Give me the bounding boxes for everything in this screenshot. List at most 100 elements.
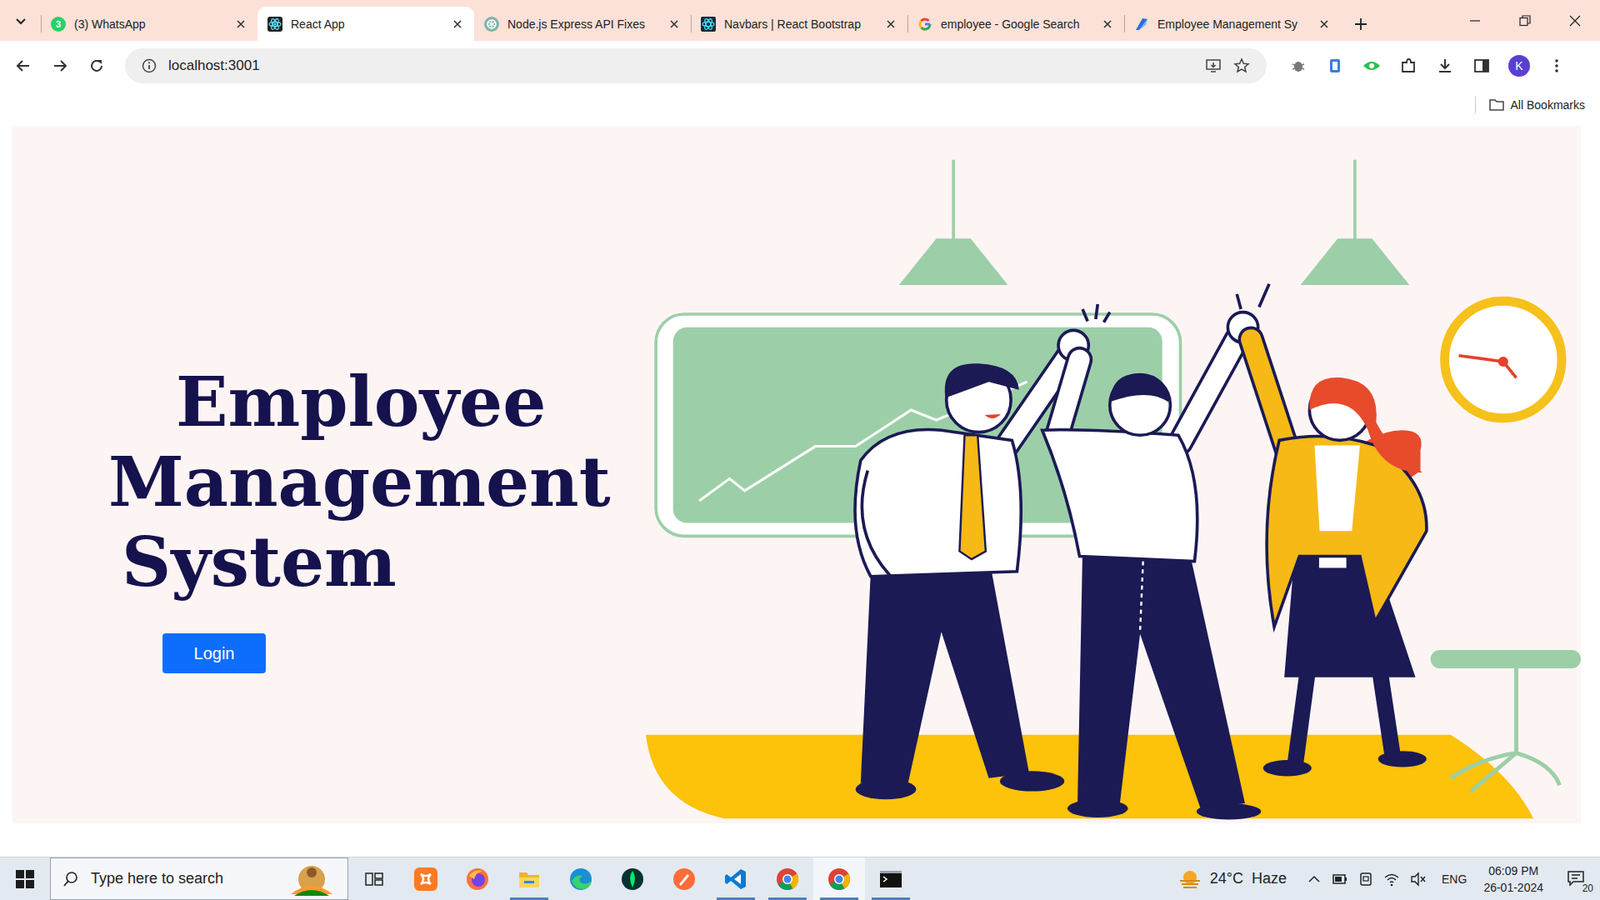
downloads-button[interactable]	[1428, 49, 1462, 83]
weather-condition: Haze	[1251, 870, 1287, 888]
clock[interactable]: 06:09 PM 26-01-2024	[1476, 862, 1550, 896]
favicon	[700, 16, 716, 32]
clipboard-icon	[1326, 57, 1344, 75]
taskbar-app[interactable]	[865, 857, 917, 900]
task-view-button[interactable]	[348, 857, 400, 900]
forward-button[interactable]	[43, 49, 77, 83]
taskbar-search[interactable]: Type here to search	[50, 857, 349, 900]
taskbar-app[interactable]	[400, 857, 452, 900]
tab-label: Employee Management Sy	[1157, 17, 1310, 31]
firefox-icon	[465, 867, 490, 891]
profile-avatar[interactable]: K	[1508, 55, 1530, 77]
edge-icon	[569, 867, 593, 891]
arrow-left-icon	[15, 57, 32, 75]
tab-label: React App	[290, 17, 443, 31]
browser-tab[interactable]: React App	[257, 6, 475, 41]
notification-count: 20	[1580, 882, 1595, 895]
side-panel-icon	[1473, 57, 1490, 75]
restore-button[interactable]	[1500, 0, 1550, 41]
vscode-icon	[724, 867, 748, 891]
browser-tab[interactable]: 3 (3) WhatsApp	[40, 6, 258, 41]
taskbar-app[interactable]	[813, 857, 865, 900]
close-icon[interactable]	[884, 17, 898, 31]
weather-widget[interactable]: 24°C Haze	[1178, 869, 1287, 890]
all-bookmarks-button[interactable]: All Bookmarks	[1489, 98, 1585, 112]
side-panel-button[interactable]	[1465, 49, 1499, 83]
close-window-button[interactable]	[1550, 0, 1600, 41]
reload-icon	[88, 57, 105, 75]
google-icon	[917, 16, 933, 32]
all-bookmarks-label: All Bookmarks	[1510, 98, 1585, 112]
install-app-icon[interactable]	[1205, 57, 1222, 75]
taskbar-app[interactable]	[451, 857, 504, 900]
close-icon[interactable]	[450, 17, 465, 31]
download-icon	[1436, 57, 1454, 75]
start-button[interactable]	[0, 857, 50, 900]
close-icon[interactable]	[1317, 17, 1331, 31]
eye-icon	[1362, 57, 1381, 75]
title-line: System	[108, 521, 611, 602]
browser-tab[interactable]: Node.js Express API Fixes	[474, 6, 691, 41]
extensions-button[interactable]	[1391, 49, 1425, 83]
reload-button[interactable]	[80, 49, 114, 83]
search-doodle-icon	[282, 860, 341, 898]
tab-label: Node.js Express API Fixes	[507, 17, 660, 31]
restore-icon	[1519, 15, 1531, 27]
title-line: Management	[108, 441, 611, 522]
close-icon	[1569, 15, 1581, 27]
volume-muted-icon[interactable]	[1410, 871, 1427, 887]
favicon	[1134, 16, 1150, 32]
extension-button[interactable]	[1355, 49, 1389, 83]
input-language[interactable]: ENG	[1441, 872, 1467, 886]
close-icon[interactable]	[234, 17, 248, 31]
tab-label: employee - Google Search	[940, 17, 1093, 31]
browser-tab[interactable]: Navbars | React Bootstrap	[690, 6, 908, 41]
taskbar-app[interactable]	[503, 857, 555, 900]
tab-strip: 3 (3) WhatsApp React App Node.js Express…	[0, 0, 1600, 41]
new-tab-button[interactable]	[1340, 6, 1381, 41]
star-icon[interactable]	[1233, 57, 1250, 75]
meet-now-icon[interactable]	[1358, 871, 1374, 887]
notification-center[interactable]: 20	[1560, 862, 1594, 896]
minimize-button[interactable]	[1450, 0, 1500, 41]
taskbar-app[interactable]	[555, 857, 607, 900]
bookmarks-bar: All Bookmarks	[0, 90, 1600, 120]
system-tray: ENG 06:09 PM 26-01-2024 20	[1306, 862, 1600, 896]
battery-icon[interactable]	[1331, 871, 1349, 887]
web-page: EmployeeManagementSystem Login	[0, 120, 1600, 857]
postman-icon	[672, 867, 696, 891]
browser-tab[interactable]: employee - Google Search	[907, 6, 1125, 41]
login-button[interactable]: Login	[162, 633, 266, 674]
chatgpt-icon	[484, 16, 500, 32]
address-bar[interactable]: localhost:3001	[125, 48, 1267, 84]
chrome-icon	[775, 867, 800, 891]
favicon: 3	[50, 16, 66, 32]
chevron-down-icon	[14, 14, 28, 28]
close-icon[interactable]	[667, 17, 681, 31]
close-icon[interactable]	[1100, 17, 1115, 31]
taskbar-app[interactable]	[606, 857, 659, 900]
extension-button[interactable]	[1318, 49, 1352, 83]
taskbar-app[interactable]	[710, 857, 762, 900]
info-icon	[141, 58, 157, 74]
team-high-five-illustration	[645, 125, 1581, 824]
wifi-icon[interactable]	[1383, 871, 1400, 887]
taskbar: Type here to search 24°C Haze ENG 06:09 …	[0, 856, 1600, 900]
browser-toolbar: localhost:3001 K	[0, 40, 1600, 90]
taskbar-app[interactable]	[761, 857, 814, 900]
whatsapp-icon: 3	[50, 16, 66, 32]
chevron-up-icon[interactable]	[1306, 871, 1322, 887]
folder-icon	[1489, 98, 1505, 112]
taskbar-app[interactable]	[658, 857, 710, 900]
menu-button[interactable]	[1540, 49, 1574, 83]
tab-search-button[interactable]	[0, 0, 41, 41]
clock-date: 26-01-2024	[1483, 879, 1544, 896]
search-icon	[62, 870, 80, 888]
react-bootstrap-icon	[700, 16, 716, 32]
task-view-icon	[365, 870, 384, 889]
browser-tab[interactable]: Employee Management Sy	[1124, 6, 1341, 41]
windows-logo-icon	[15, 870, 35, 889]
back-button[interactable]	[6, 49, 40, 83]
extension-button[interactable]	[1281, 49, 1315, 83]
favicon	[484, 16, 500, 32]
